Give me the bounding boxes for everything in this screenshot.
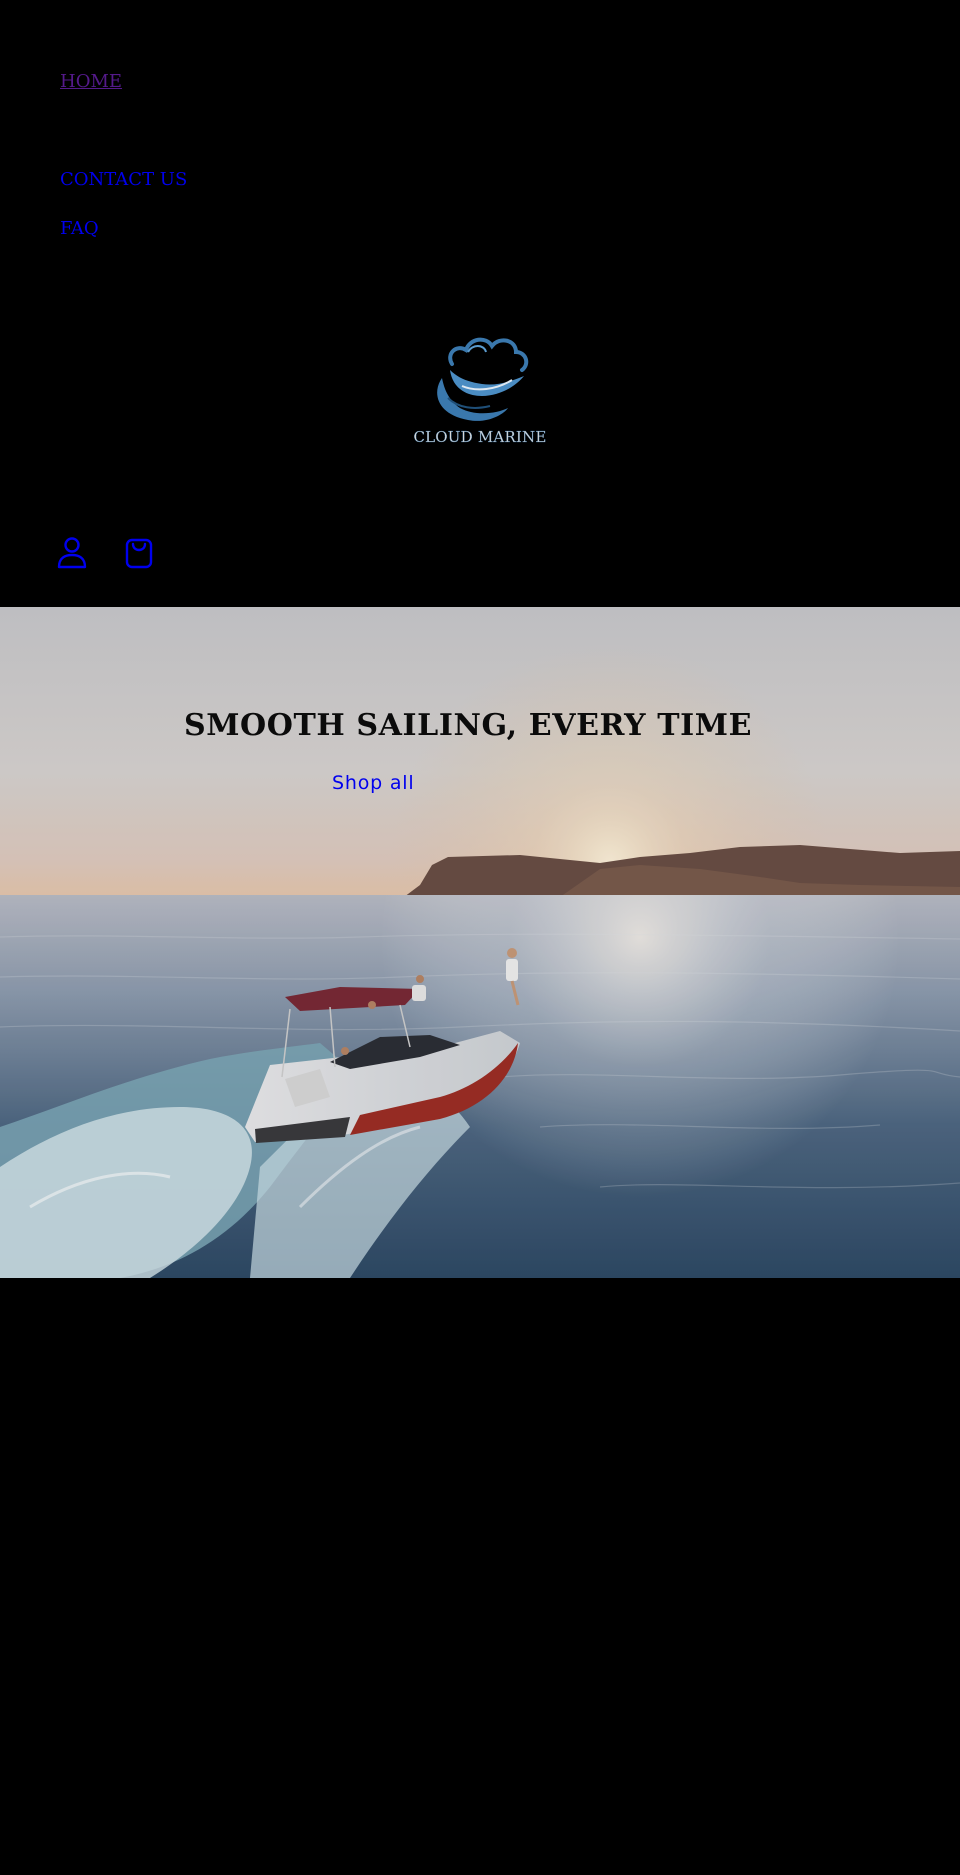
hero-banner: SMOOTH SAILING, EVERY TIME Shop all <box>0 607 960 1278</box>
site-logo[interactable]: CLOUD MARINE <box>412 330 548 446</box>
logo-text: CLOUD MARINE <box>413 428 547 446</box>
cart-button[interactable] <box>123 536 155 570</box>
cart-icon <box>125 538 153 569</box>
account-button[interactable] <box>56 536 88 570</box>
nav-link-contact-us[interactable]: CONTACT US <box>60 169 187 190</box>
shop-all-link[interactable]: Shop all <box>332 772 414 794</box>
nav-link-home[interactable]: HOME <box>60 71 122 92</box>
nav-link-faq[interactable]: FAQ <box>60 218 99 239</box>
account-icon <box>57 537 87 569</box>
hero-title: SMOOTH SAILING, EVERY TIME <box>183 708 753 743</box>
